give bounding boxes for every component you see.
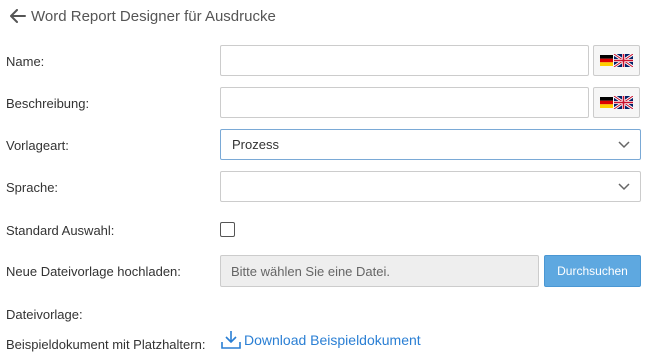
description-input[interactable] [220,87,589,118]
language-label: Sprache: [6,180,59,195]
name-label: Name: [6,54,45,69]
upload-label: Neue Dateivorlage hochladen: [6,264,181,279]
template-type-value: Prozess [232,137,279,152]
browse-button[interactable]: Durchsuchen [544,255,641,287]
download-tray-icon [221,331,241,349]
page-title: Word Report Designer für Ausdrucke [31,7,276,25]
file-path-field[interactable]: Bitte wählen Sie eine Datei. [220,255,539,287]
file-path-placeholder: Bitte wählen Sie eine Datei. [231,263,390,279]
de-uk-flag-icon [600,54,633,67]
description-label: Beschreibung: [6,96,90,111]
language-select[interactable] [220,171,641,202]
sample-document-label: Beispieldokument mit Platzhaltern: [6,337,206,352]
de-uk-flag-icon [600,96,633,109]
template-type-select[interactable]: Prozess [220,129,641,160]
template-type-label: Vorlageart: [6,138,69,153]
page-header: Word Report Designer für Ausdrucke [10,6,276,26]
default-selection-label: Standard Auswahl: [6,223,115,238]
name-input[interactable] [220,45,589,76]
description-translation-button[interactable] [593,87,640,118]
arrow-left-icon[interactable] [10,8,26,24]
name-translation-button[interactable] [593,45,640,76]
template-file-label: Dateivorlage: [6,307,83,322]
caret-down-icon [618,141,630,149]
download-sample-link[interactable]: Download Beispieldokument [220,329,421,351]
caret-down-icon [618,183,630,191]
default-selection-checkbox[interactable] [220,222,235,237]
download-sample-label: Download Beispieldokument [244,332,421,348]
